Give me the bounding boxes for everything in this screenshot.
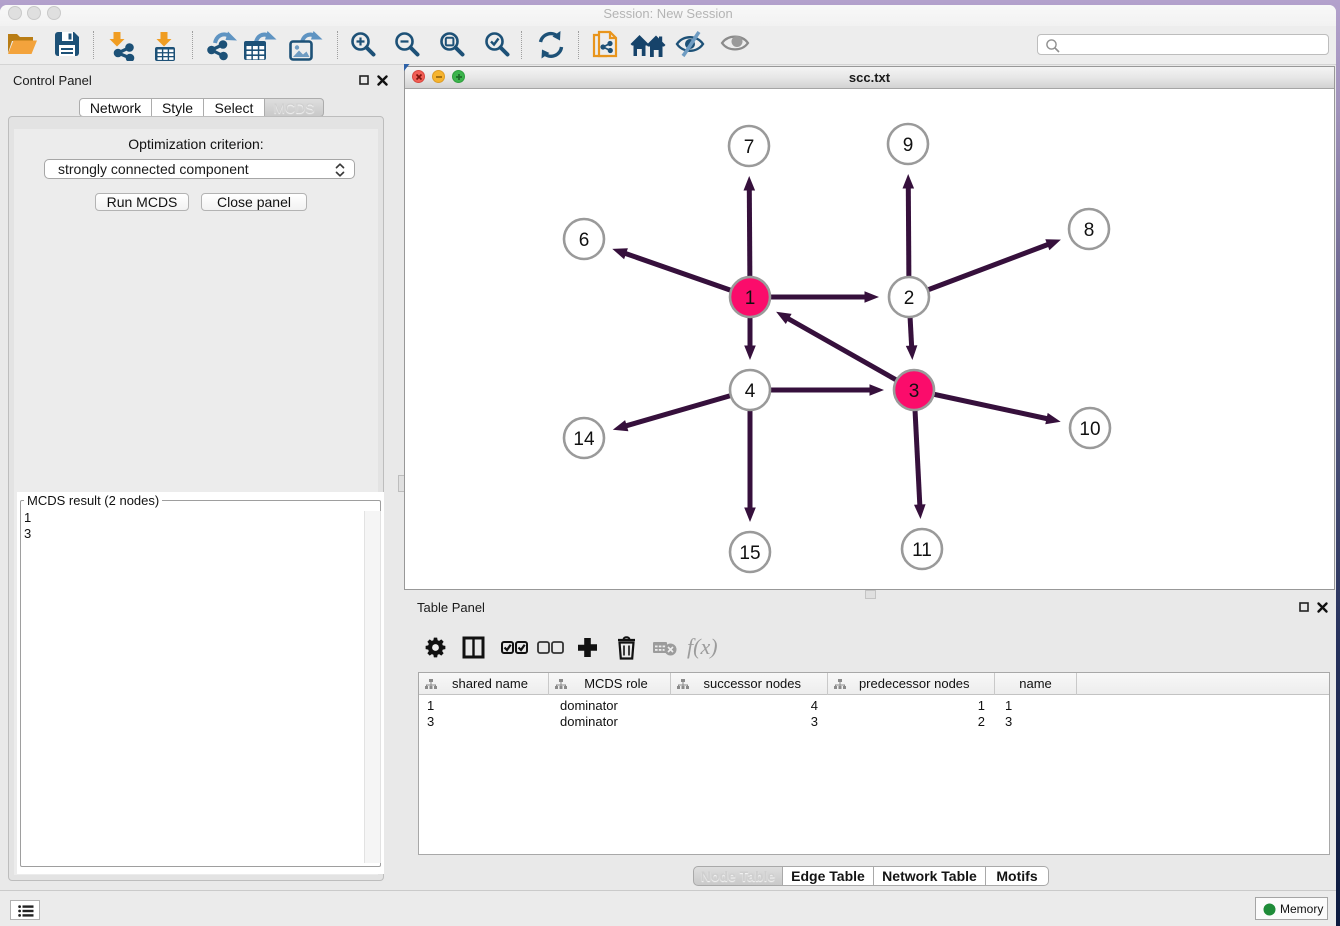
svg-text:3: 3 <box>909 381 920 402</box>
svg-text:8: 8 <box>1084 220 1095 241</box>
svg-text:14: 14 <box>573 429 595 450</box>
svg-text:7: 7 <box>744 137 755 158</box>
svg-text:9: 9 <box>903 135 914 156</box>
svg-text:15: 15 <box>739 543 760 564</box>
svg-text:2: 2 <box>904 288 915 309</box>
svg-text:4: 4 <box>745 381 756 402</box>
svg-text:1: 1 <box>745 288 756 309</box>
svg-text:11: 11 <box>912 540 932 561</box>
svg-text:10: 10 <box>1079 419 1100 440</box>
svg-text:6: 6 <box>579 230 590 251</box>
